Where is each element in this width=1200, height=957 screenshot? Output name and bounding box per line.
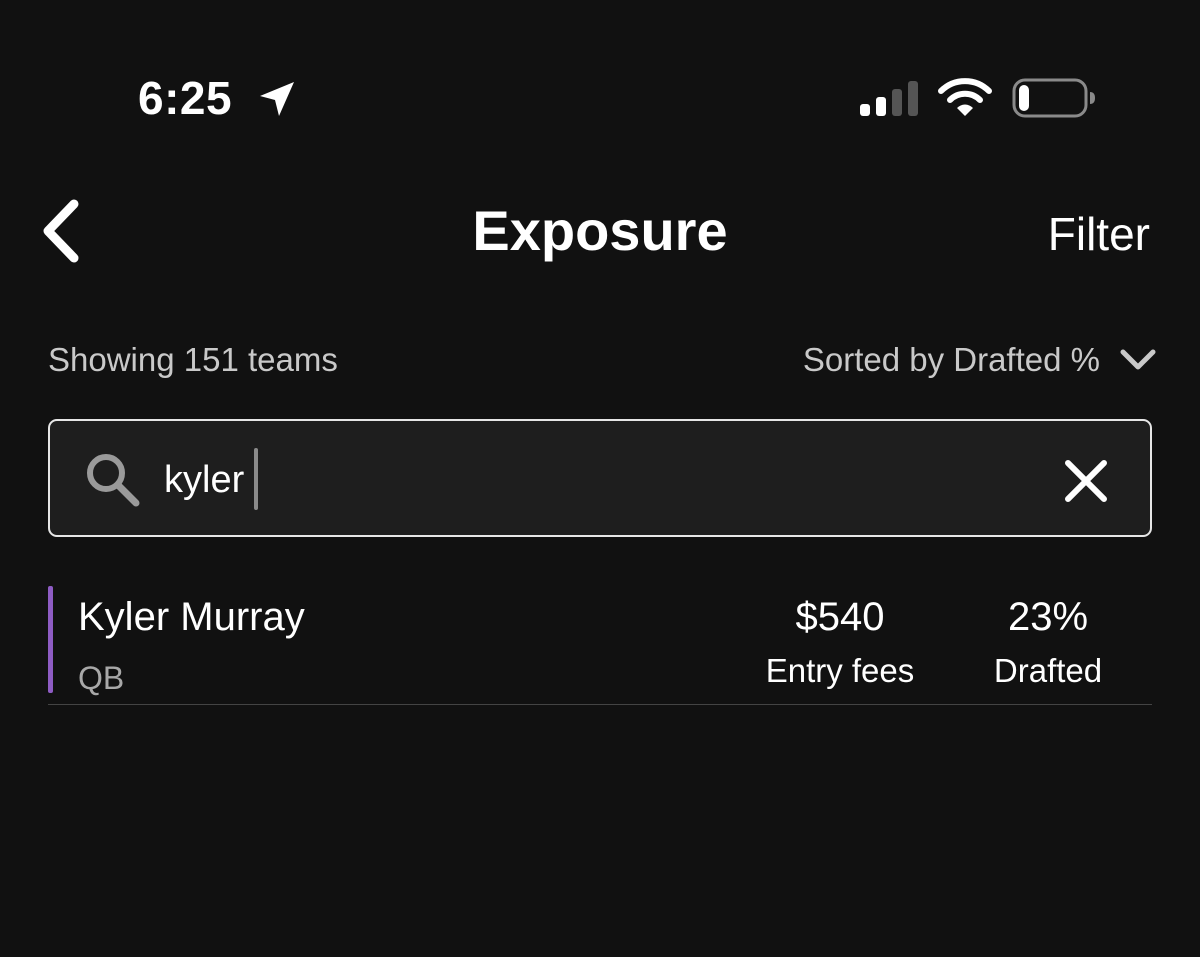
cellular-signal-icon <box>860 81 918 116</box>
location-arrow-icon <box>260 82 294 116</box>
page-title: Exposure <box>472 199 728 262</box>
entry-fees-stat: $540 Entry fees <box>730 592 950 693</box>
filter-button[interactable]: Filter <box>1048 204 1150 264</box>
close-icon[interactable] <box>1060 455 1112 507</box>
sort-dropdown[interactable]: Sorted by Drafted % <box>803 336 1158 384</box>
entry-fees-label: Entry fees <box>765 652 915 689</box>
wifi-icon <box>938 78 992 116</box>
drafted-value: 23% <box>1007 595 1089 639</box>
sort-label: Sorted by Drafted % <box>802 341 1100 378</box>
player-row[interactable]: Kyler Murray QB $540 Entry fees 23% Draf… <box>48 586 1152 705</box>
drafted-label: Drafted <box>993 652 1103 689</box>
battery-low-icon <box>1012 78 1095 118</box>
drafted-stat: 23% Drafted <box>938 592 1158 693</box>
search-box <box>48 419 1152 537</box>
chevron-down-icon <box>1120 349 1156 370</box>
position-color-bar <box>48 586 53 693</box>
text-cursor <box>254 448 258 510</box>
search-icon <box>87 454 140 507</box>
player-position: QB <box>78 660 125 696</box>
player-name: Kyler Murray <box>78 595 305 639</box>
status-time: 6:25 <box>138 72 233 124</box>
search-input[interactable] <box>164 449 1024 511</box>
entry-fees-value: $540 <box>795 595 885 639</box>
team-count-text: Showing 151 teams <box>48 341 338 378</box>
